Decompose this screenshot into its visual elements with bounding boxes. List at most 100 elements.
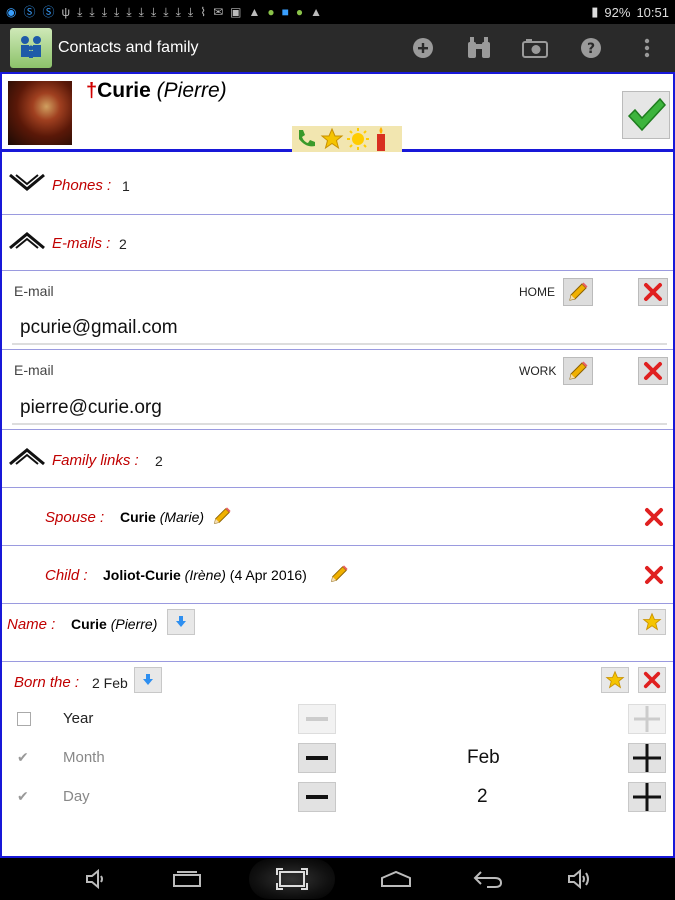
- email-field-label: E-mail: [14, 283, 54, 299]
- phones-label: Phones :: [52, 177, 112, 194]
- email-underline: [12, 343, 667, 345]
- email-item: E-mail HOME pcurie@gmail.com: [2, 271, 673, 350]
- back-button[interactable]: [458, 859, 518, 899]
- delete-email-button[interactable]: [638, 278, 668, 306]
- day-decrement-button[interactable]: [298, 782, 336, 812]
- month-decrement-button[interactable]: [298, 743, 336, 773]
- arrow-down-icon: [176, 616, 186, 627]
- emails-section[interactable]: E-mails : 2: [2, 215, 673, 271]
- relative-firstname: (Irène): [184, 567, 226, 583]
- contact-photo[interactable]: [8, 81, 72, 145]
- minus-icon: [306, 795, 328, 799]
- deceased-cross-icon: †: [86, 80, 98, 102]
- family-app-icon[interactable]: [10, 28, 52, 68]
- family-icon: [21, 36, 41, 58]
- search-button[interactable]: [451, 24, 507, 72]
- download-icon: ⤓: [187, 5, 194, 19]
- relative-name: Joliot-Curie (Irène) (4 Apr 2016): [103, 567, 307, 583]
- battery-level: 92%: [604, 4, 631, 20]
- recents-button[interactable]: [157, 859, 217, 899]
- phones-section[interactable]: Phones : 1: [2, 155, 673, 215]
- year-checkbox[interactable]: [17, 712, 31, 726]
- favorite-name-button[interactable]: [638, 609, 666, 635]
- star-icon: [320, 127, 344, 150]
- mail-icon: ✉: [213, 5, 224, 19]
- favorite-date-button[interactable]: [601, 667, 629, 693]
- pencil-icon: [569, 282, 588, 301]
- camera-icon: [522, 39, 548, 58]
- delete-link-button[interactable]: [642, 563, 666, 587]
- download-icon: ⤓: [126, 5, 132, 19]
- warning-icon: ▲: [248, 5, 261, 19]
- volume-up-button[interactable]: [549, 859, 609, 899]
- contact-header: †Curie (Pierre): [2, 72, 673, 152]
- s-icon: Ⓢ: [42, 5, 55, 19]
- sun-icon: [347, 128, 369, 150]
- volume-down-button[interactable]: [66, 859, 126, 899]
- contact-name: †Curie (Pierre): [86, 79, 227, 103]
- add-button[interactable]: [395, 24, 451, 72]
- delete-link-button[interactable]: [642, 505, 666, 529]
- candle-icon: [377, 127, 385, 151]
- download-icon: ⤓: [77, 5, 83, 19]
- day-checkbox[interactable]: ✔: [17, 789, 31, 803]
- screenshot-button[interactable]: [248, 859, 335, 899]
- pencil-icon: [569, 361, 588, 380]
- month-checkbox[interactable]: ✔: [17, 750, 31, 764]
- relative-name: Curie (Marie): [120, 509, 204, 525]
- email-value[interactable]: pierre@curie.org: [20, 397, 162, 419]
- delete-date-button[interactable]: [638, 667, 666, 693]
- year-decrement-button[interactable]: [298, 704, 336, 734]
- collapse-chevron-icon: [9, 232, 45, 250]
- phone-icon: [299, 130, 315, 147]
- close-icon: [644, 362, 662, 380]
- usb-icon: ψ: [61, 5, 71, 19]
- plus-icon: [634, 706, 660, 732]
- email-type: HOME: [519, 285, 555, 299]
- warning-icon: ▲: [310, 5, 322, 19]
- help-icon: ?: [581, 38, 601, 58]
- home-button[interactable]: [366, 859, 426, 899]
- overflow-menu-button[interactable]: [619, 24, 675, 72]
- recents-icon: [173, 871, 202, 887]
- name-surname: Curie: [71, 616, 107, 632]
- pencil-icon[interactable]: [329, 564, 349, 584]
- family-link-item[interactable]: Spouse : Curie (Marie): [2, 488, 673, 546]
- close-icon: [645, 566, 663, 584]
- add-icon: [413, 38, 433, 58]
- star-icon: [642, 612, 662, 631]
- edit-email-button[interactable]: [563, 357, 593, 385]
- name-dropdown-button[interactable]: [167, 609, 195, 635]
- volume-down-icon: [85, 869, 103, 889]
- help-button[interactable]: ?: [563, 24, 619, 72]
- email-type: WORK: [519, 364, 557, 378]
- pencil-icon[interactable]: [212, 506, 232, 526]
- family-link-item[interactable]: Child : Joliot-Curie (Irène) (4 Apr 2016…: [2, 546, 673, 604]
- plus-icon: [633, 744, 661, 772]
- family-links-section[interactable]: Family links : 2: [2, 430, 673, 488]
- email-item: E-mail WORK pierre@curie.org: [2, 350, 673, 430]
- screenshot-icon: [275, 868, 308, 890]
- app-title: Contacts and family: [58, 39, 199, 56]
- year-increment-button[interactable]: [628, 704, 666, 734]
- delete-email-button[interactable]: [638, 357, 668, 385]
- binoculars-icon: [468, 37, 490, 58]
- download-icon: ⤓: [114, 5, 120, 19]
- minus-icon: [306, 756, 328, 760]
- relation-label: Child :: [45, 567, 88, 584]
- edit-email-button[interactable]: [563, 278, 593, 306]
- download-icon: ⤓: [163, 5, 169, 19]
- email-value[interactable]: pcurie@gmail.com: [20, 317, 178, 339]
- day-increment-button[interactable]: [628, 782, 666, 812]
- save-button[interactable]: [622, 91, 670, 139]
- born-dropdown-button[interactable]: [134, 667, 162, 693]
- month-increment-button[interactable]: [628, 743, 666, 773]
- phones-count: 1: [122, 178, 130, 194]
- born-value: 2 Feb: [92, 675, 128, 691]
- day-value: 2: [477, 786, 488, 807]
- download-icon: ⤓: [175, 5, 181, 19]
- year-label: Year: [63, 710, 94, 727]
- camera-button[interactable]: [507, 24, 563, 72]
- arrow-down-icon: [143, 674, 153, 685]
- download-icon: ⤓: [101, 5, 108, 19]
